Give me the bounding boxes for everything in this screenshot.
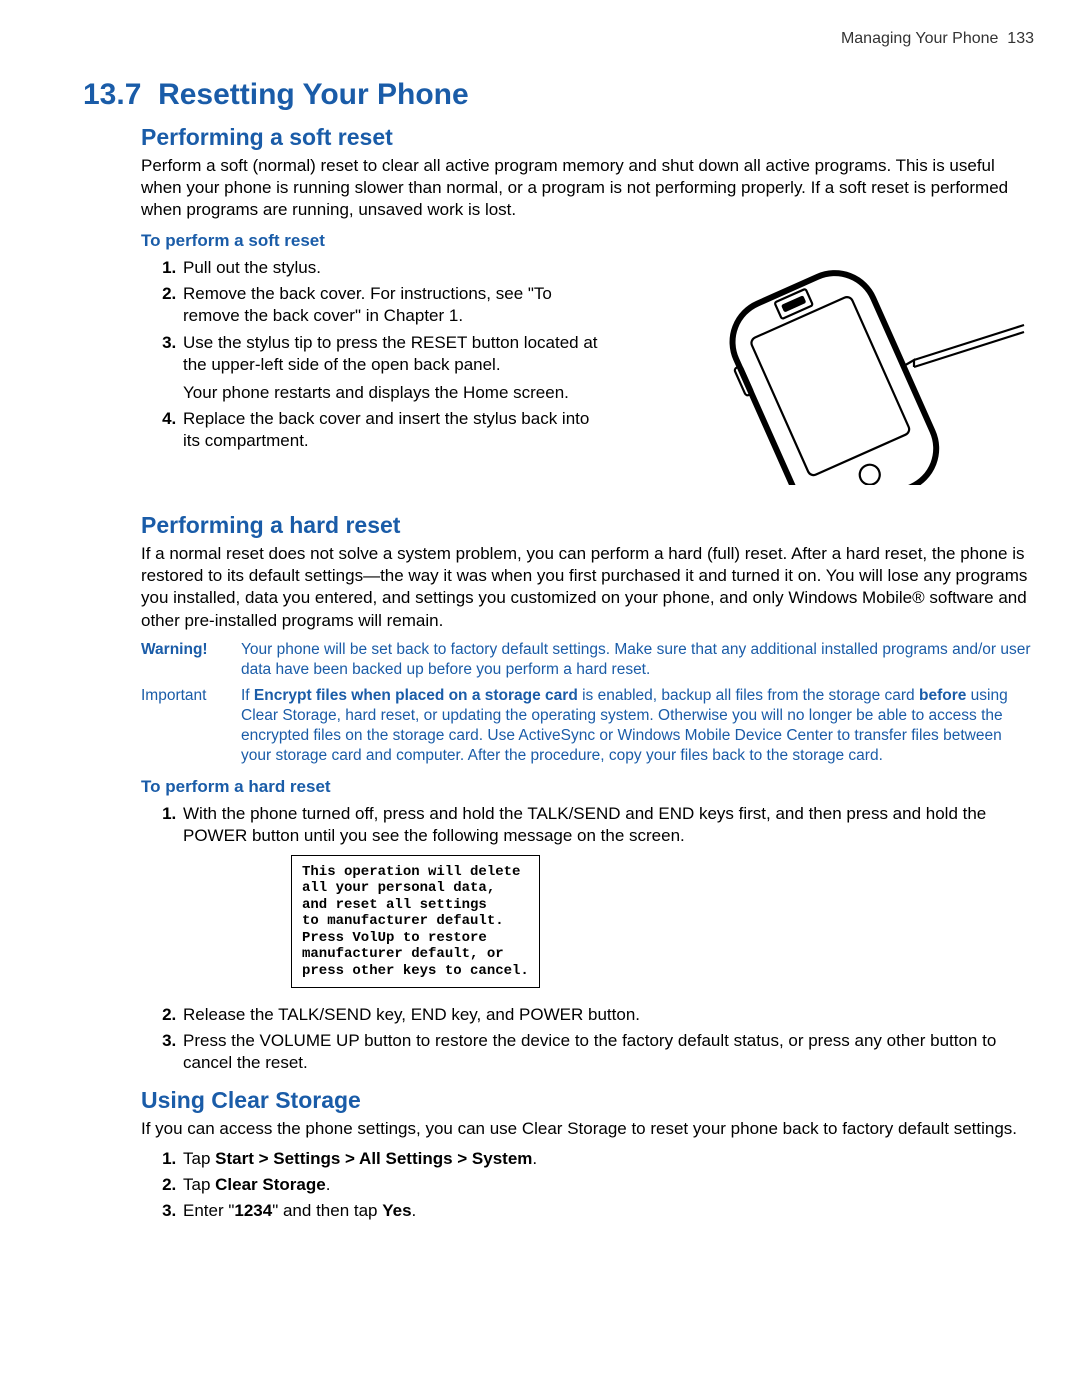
section-title: 13.7 Resetting Your Phone: [83, 78, 1034, 112]
section-name: Resetting Your Phone: [158, 78, 469, 111]
soft-intro: Perform a soft (normal) reset to clear a…: [141, 155, 1034, 221]
list-item: Use the stylus tip to press the RESET bu…: [181, 332, 611, 404]
warning-note: Warning! Your phone will be set back to …: [141, 640, 1034, 680]
section-number: 13.7: [83, 78, 141, 111]
list-item: Tap Clear Storage.: [181, 1174, 1034, 1196]
list-item: Tap Start > Settings > All Settings > Sy…: [181, 1148, 1034, 1170]
hard-heading: Performing a hard reset: [141, 512, 1034, 539]
soft-heading: Performing a soft reset: [141, 124, 1034, 151]
list-item: Replace the back cover and insert the st…: [181, 408, 611, 452]
phone-back-illustration: [654, 257, 1034, 490]
list-item: Release the TALK/SEND key, END key, and …: [181, 1004, 1034, 1026]
list-item: With the phone turned off, press and hol…: [181, 803, 1034, 1001]
running-head-text: Managing Your Phone: [841, 30, 998, 47]
important-label: Important: [141, 686, 241, 767]
clear-intro: If you can access the phone settings, yo…: [141, 1118, 1034, 1140]
running-header: Managing Your Phone 133: [83, 30, 1034, 48]
clear-heading: Using Clear Storage: [141, 1087, 1034, 1114]
list-item: Enter "1234" and then tap Yes.: [181, 1200, 1034, 1222]
page: Managing Your Phone 133 13.7 Resetting Y…: [0, 0, 1080, 1397]
warning-body: Your phone will be set back to factory d…: [241, 640, 1034, 680]
list-item: Pull out the stylus.: [181, 257, 611, 279]
important-body: If Encrypt files when placed on a storag…: [241, 686, 1034, 767]
warning-label: Warning!: [141, 640, 241, 680]
hard-intro: If a normal reset does not solve a syste…: [141, 543, 1034, 631]
soft-steps: Pull out the stylus. Remove the back cov…: [161, 257, 611, 452]
hard-procedure-title: To perform a hard reset: [141, 777, 1034, 797]
step-note: Your phone restarts and displays the Hom…: [183, 382, 611, 404]
phone-illustration-icon: [654, 257, 1034, 485]
hard-steps: With the phone turned off, press and hol…: [161, 803, 1034, 1075]
screen-message: This operation will delete all your pers…: [291, 855, 540, 989]
list-item: Remove the back cover. For instructions,…: [181, 283, 611, 327]
important-note: Important If Encrypt files when placed o…: [141, 686, 1034, 767]
clear-steps: Tap Start > Settings > All Settings > Sy…: [161, 1148, 1034, 1222]
page-number: 133: [1007, 30, 1034, 47]
soft-procedure-title: To perform a soft reset: [141, 231, 1034, 251]
soft-steps-with-figure: Pull out the stylus. Remove the back cov…: [83, 257, 1034, 500]
list-item: Press the VOLUME UP button to restore th…: [181, 1030, 1034, 1074]
